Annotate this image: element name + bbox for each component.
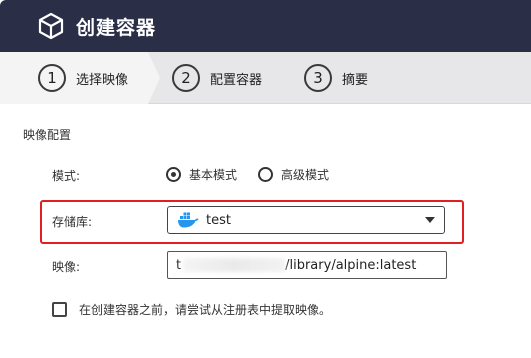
wizard-steps: 1 选择映像 2 配置容器 3 摘要 xyxy=(0,52,531,104)
section-title: 映像配置 xyxy=(23,128,72,142)
redacted-text xyxy=(183,258,286,272)
repository-value: test xyxy=(206,212,231,228)
image-input[interactable]: t /library/alpine:latest xyxy=(167,251,447,279)
dialog-title: 创建容器 xyxy=(76,17,157,39)
radio-checked-icon xyxy=(166,167,181,182)
repository-select[interactable]: test xyxy=(167,206,445,234)
step-label: 选择映像 xyxy=(76,72,129,88)
repository-label: 存储库: xyxy=(52,215,93,229)
step-label: 摘要 xyxy=(342,72,369,88)
radio-label: 高级模式 xyxy=(281,168,330,182)
step-summary[interactable]: 3 摘要 xyxy=(304,64,368,92)
radio-label: 基本模式 xyxy=(189,168,238,182)
pull-image-option[interactable]: 在创建容器之前，请尝试从注册表中提取映像。 xyxy=(52,301,331,318)
step-select-image[interactable]: 1 选择映像 xyxy=(38,64,128,92)
radio-unchecked-icon xyxy=(258,167,273,182)
step-number: 2 xyxy=(172,64,200,92)
image-value-prefix: t xyxy=(176,257,182,273)
pull-image-checkbox-label: 在创建容器之前，请尝试从注册表中提取映像。 xyxy=(79,303,332,317)
step-number: 1 xyxy=(38,64,66,92)
chevron-down-icon xyxy=(425,217,435,223)
mode-label: 模式: xyxy=(52,169,81,183)
radio-advanced-mode[interactable]: 高级模式 xyxy=(258,166,329,183)
radio-basic-mode[interactable]: 基本模式 xyxy=(166,166,237,183)
step-number: 3 xyxy=(304,64,332,92)
checkbox-unchecked-icon[interactable] xyxy=(52,302,67,317)
image-value-suffix: /library/alpine:latest xyxy=(285,257,417,273)
image-label: 映像: xyxy=(52,260,81,274)
docker-icon xyxy=(178,212,199,228)
step-configure-container[interactable]: 2 配置容器 xyxy=(172,64,262,92)
cube-icon xyxy=(38,12,64,40)
step-label: 配置容器 xyxy=(210,72,263,88)
dialog-titlebar: 创建容器 xyxy=(0,0,531,52)
